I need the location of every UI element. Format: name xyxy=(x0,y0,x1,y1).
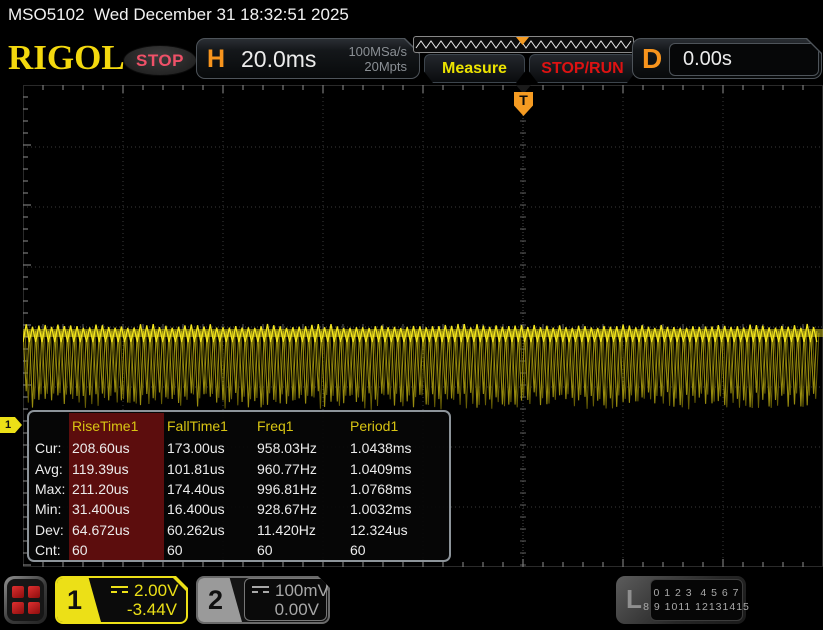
acquisition-status-text: STOP xyxy=(136,51,184,71)
model-and-datetime: MSO5102 Wed December 31 18:32:51 2025 xyxy=(8,5,349,25)
channel1-offset: -3.44V xyxy=(127,600,177,620)
meas-row-label: Max: xyxy=(32,479,69,499)
measure-button[interactable]: Measure xyxy=(424,54,525,83)
delay-panel[interactable]: D 0.00s xyxy=(632,38,822,79)
channel2-scale: 100mV xyxy=(275,581,329,601)
rigol-logo: RIGOL xyxy=(8,41,125,75)
meas-header-period[interactable]: Period1 xyxy=(347,413,446,438)
digital-channels-row1: 0 1 2 3 4 5 6 7 xyxy=(653,586,739,600)
meas-value: 119.39us xyxy=(69,458,164,478)
meas-value: 31.400us xyxy=(69,499,164,519)
meas-value: 16.400us xyxy=(164,499,254,519)
meas-header-falltime[interactable]: FallTime1 xyxy=(164,413,254,438)
delay-label: D xyxy=(642,43,662,75)
meas-row-label: Cur: xyxy=(32,438,69,458)
meas-row-label: Avg: xyxy=(32,458,69,478)
meas-value: 208.60us xyxy=(69,438,164,458)
meas-header-risetime[interactable]: RiseTime1 xyxy=(69,413,164,438)
titlebar: MSO5102 Wed December 31 18:32:51 2025 xyxy=(0,0,823,30)
meas-header-freq[interactable]: Freq1 xyxy=(254,413,347,438)
meas-value: 996.81Hz xyxy=(254,479,347,499)
meas-value: 174.40us xyxy=(164,479,254,499)
meas-value: 60 xyxy=(254,540,347,560)
meas-value: 64.672us xyxy=(69,520,164,540)
meas-value: 960.77Hz xyxy=(254,458,347,478)
meas-value: 173.00us xyxy=(164,438,254,458)
stop-run-button[interactable]: STOP/RUN xyxy=(529,54,636,83)
digital-channels-box: 0 1 2 3 4 5 6 7 8 9 1011 12131415 xyxy=(650,579,743,621)
meas-value: 12.324us xyxy=(347,520,446,540)
menu-grid-button[interactable] xyxy=(4,576,47,624)
meas-value: 1.0768ms xyxy=(347,479,446,499)
meas-value: 101.81us xyxy=(164,458,254,478)
meas-value: 928.67Hz xyxy=(254,499,347,519)
channel1-scale: 2.00V xyxy=(134,581,178,601)
acquisition-status-badge: STOP xyxy=(123,45,197,76)
channel1-offset-marker[interactable]: 1 xyxy=(0,417,22,433)
logic-analyzer-label: L xyxy=(626,584,642,615)
oscilloscope-screen: MSO5102 Wed December 31 18:32:51 2025 RI… xyxy=(0,0,823,630)
channel1-badge[interactable]: 1 2.00V -3.44V xyxy=(55,576,188,624)
logic-analyzer-badge[interactable]: L 0 1 2 3 4 5 6 7 8 9 1011 12131415 xyxy=(616,576,746,624)
meas-value: 60 xyxy=(164,540,254,560)
meas-value: 958.03Hz xyxy=(254,438,347,458)
samplerate-memdepth: 100MSa/s 20Mpts xyxy=(348,44,407,74)
horizontal-panel[interactable]: H 20.0ms 100MSa/s 20Mpts xyxy=(196,38,420,79)
meas-value: 11.420Hz xyxy=(254,520,347,540)
channel2-badge[interactable]: 2 100mV 0.00V xyxy=(196,576,330,624)
meas-row-label: Dev: xyxy=(32,520,69,540)
meas-value: 60 xyxy=(69,540,164,560)
channel2-offset: 0.00V xyxy=(275,600,319,620)
meas-value: 1.0409ms xyxy=(347,458,446,478)
horizontal-label: H xyxy=(207,45,225,74)
delay-value-box: 0.00s xyxy=(669,43,819,76)
meas-value: 1.0032ms xyxy=(347,499,446,519)
menu-grid-icon xyxy=(7,579,44,621)
dc-coupling-icon xyxy=(111,586,128,597)
meas-value: 60 xyxy=(347,540,446,560)
meas-value: 1.0438ms xyxy=(347,438,446,458)
measurement-table: RiseTime1 FallTime1 Freq1 Period1 Cur: 2… xyxy=(27,410,451,562)
meas-value: 211.20us xyxy=(69,479,164,499)
meas-value: 60.262us xyxy=(164,520,254,540)
delay-value: 0.00s xyxy=(683,48,732,71)
meas-corner-cell xyxy=(32,413,69,438)
timebase-value: 20.0ms xyxy=(241,46,316,73)
meas-row-label: Min: xyxy=(32,499,69,519)
digital-channels-row2: 8 9 1011 12131415 xyxy=(643,600,750,614)
meas-row-label: Cnt: xyxy=(32,540,69,560)
dc-coupling-icon xyxy=(252,586,269,597)
